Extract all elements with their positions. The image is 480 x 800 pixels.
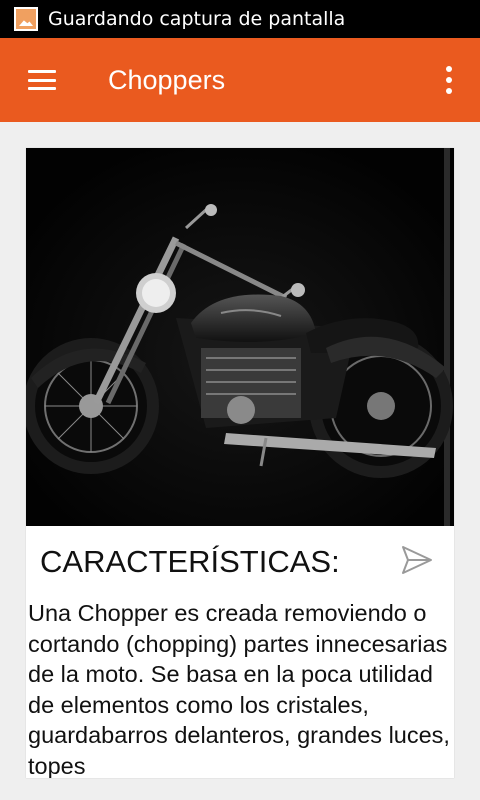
app-bar: Choppers	[0, 38, 480, 122]
description-text: Una Chopper es creada removiendo o corta…	[28, 600, 450, 778]
motorcycle-image	[26, 148, 454, 526]
status-bar: Guardando captura de pantalla	[0, 0, 480, 38]
app-title: Choppers	[108, 64, 226, 95]
send-icon[interactable]	[400, 543, 434, 577]
overflow-menu-icon[interactable]	[446, 66, 452, 94]
status-text: Guardando captura de pantalla	[48, 8, 346, 30]
image-icon	[14, 7, 38, 31]
hamburger-menu-icon[interactable]	[28, 70, 56, 90]
content-card: CARACTERÍSTICAS: Una Chopper es creada r…	[26, 148, 454, 778]
characteristics-heading: CARACTERÍSTICAS:	[40, 544, 340, 579]
